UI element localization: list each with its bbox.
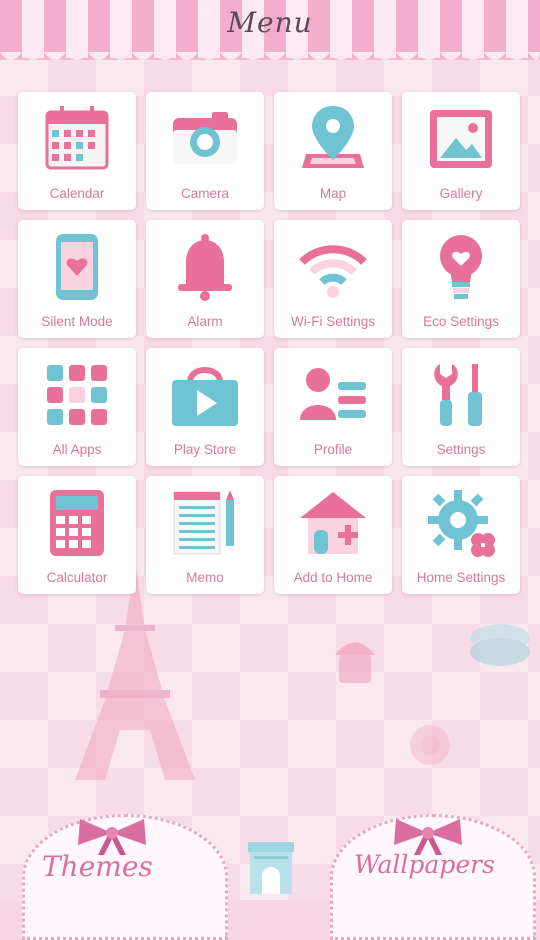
house-plus-icon [300,492,366,554]
app-settings[interactable]: Settings [402,348,520,466]
app-label: Map [319,186,347,201]
macaron-decoration [470,624,530,666]
app-calculator[interactable]: Calculator [18,476,136,594]
app-label: Memo [186,570,224,585]
app-label: Home Settings [416,570,506,585]
app-label: Wi-Fi Settings [290,314,375,329]
app-label: Calculator [46,570,108,585]
app-label: Calendar [49,186,105,201]
app-label: All Apps [52,442,102,457]
bow-icon [394,819,462,855]
camera-icon [173,112,237,164]
themes-label[interactable]: Themes [42,850,153,883]
arc-de-triomphe-icon[interactable] [246,842,296,894]
phone-heart-icon [56,234,98,300]
app-profile[interactable]: Profile [274,348,392,466]
app-play-store[interactable]: Play Store [146,348,264,466]
app-gallery[interactable]: Gallery [402,92,520,210]
app-calendar[interactable]: Calendar [18,92,136,210]
app-home-settings[interactable]: Home Settings [402,476,520,594]
awning-scallops [0,52,540,60]
app-label: Add to Home [293,570,373,585]
app-wifi-settings[interactable]: Wi-Fi Settings [274,220,392,338]
memo-pad-icon [173,490,234,555]
app-label: Play Store [173,442,237,457]
app-alarm[interactable]: Alarm [146,220,264,338]
tools-icon [434,364,482,426]
app-label: Gallery [439,186,483,201]
calculator-icon [50,490,104,556]
bow-icon [78,819,146,855]
rose-decoration [410,725,450,765]
app-eco-settings[interactable]: Eco Settings [402,220,520,338]
apps-grid-icon [47,365,107,425]
app-grid: Calendar Camera Map Gallery Silent Mode … [18,92,520,594]
app-label: Silent Mode [41,314,113,329]
app-camera[interactable]: Camera [146,92,264,210]
app-all-apps[interactable]: All Apps [18,348,136,466]
app-label: Camera [180,186,229,201]
play-bag-icon [172,367,238,426]
wifi-icon [299,245,367,298]
app-map[interactable]: Map [274,92,392,210]
gear-icon [428,490,495,557]
page-title: Menu [227,6,313,39]
app-label: Settings [436,442,486,457]
map-pin-icon [302,106,364,168]
profile-card-icon [300,368,366,420]
app-label: Eco Settings [423,314,499,329]
gallery-icon [430,110,492,168]
calendar-icon [45,106,109,170]
app-memo[interactable]: Memo [146,476,264,594]
app-label: Alarm [187,314,223,329]
app-add-to-home[interactable]: Add to Home [274,476,392,594]
lightbulb-heart-icon [440,235,482,299]
app-silent-mode[interactable]: Silent Mode [18,220,136,338]
cupcake-decoration [335,642,375,683]
bell-icon [178,234,232,301]
app-label: Profile [313,442,353,457]
wallpapers-label[interactable]: Wallpapers [354,850,495,879]
